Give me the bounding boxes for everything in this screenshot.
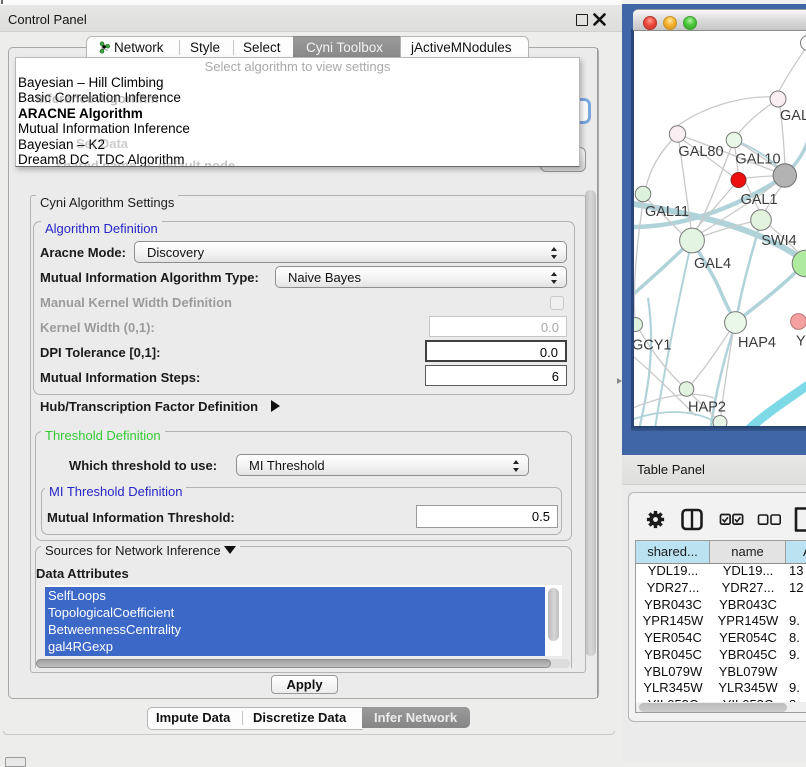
svg-text:HAP2: HAP2 [688,400,726,416]
svg-text:YEL: YEL [796,334,806,350]
svg-text:GAL11: GAL11 [645,204,689,220]
svg-text:GAL7: GAL7 [780,108,806,124]
svg-text:GCY1: GCY1 [634,338,672,354]
svg-text:GAL80: GAL80 [678,144,723,160]
svg-text:SWI4: SWI4 [761,233,796,249]
svg-text:GAL1: GAL1 [740,192,777,208]
svg-text:HAP4: HAP4 [738,335,776,351]
svg-text:GAL10: GAL10 [735,152,780,168]
svg-text:GAL4: GAL4 [694,256,731,272]
